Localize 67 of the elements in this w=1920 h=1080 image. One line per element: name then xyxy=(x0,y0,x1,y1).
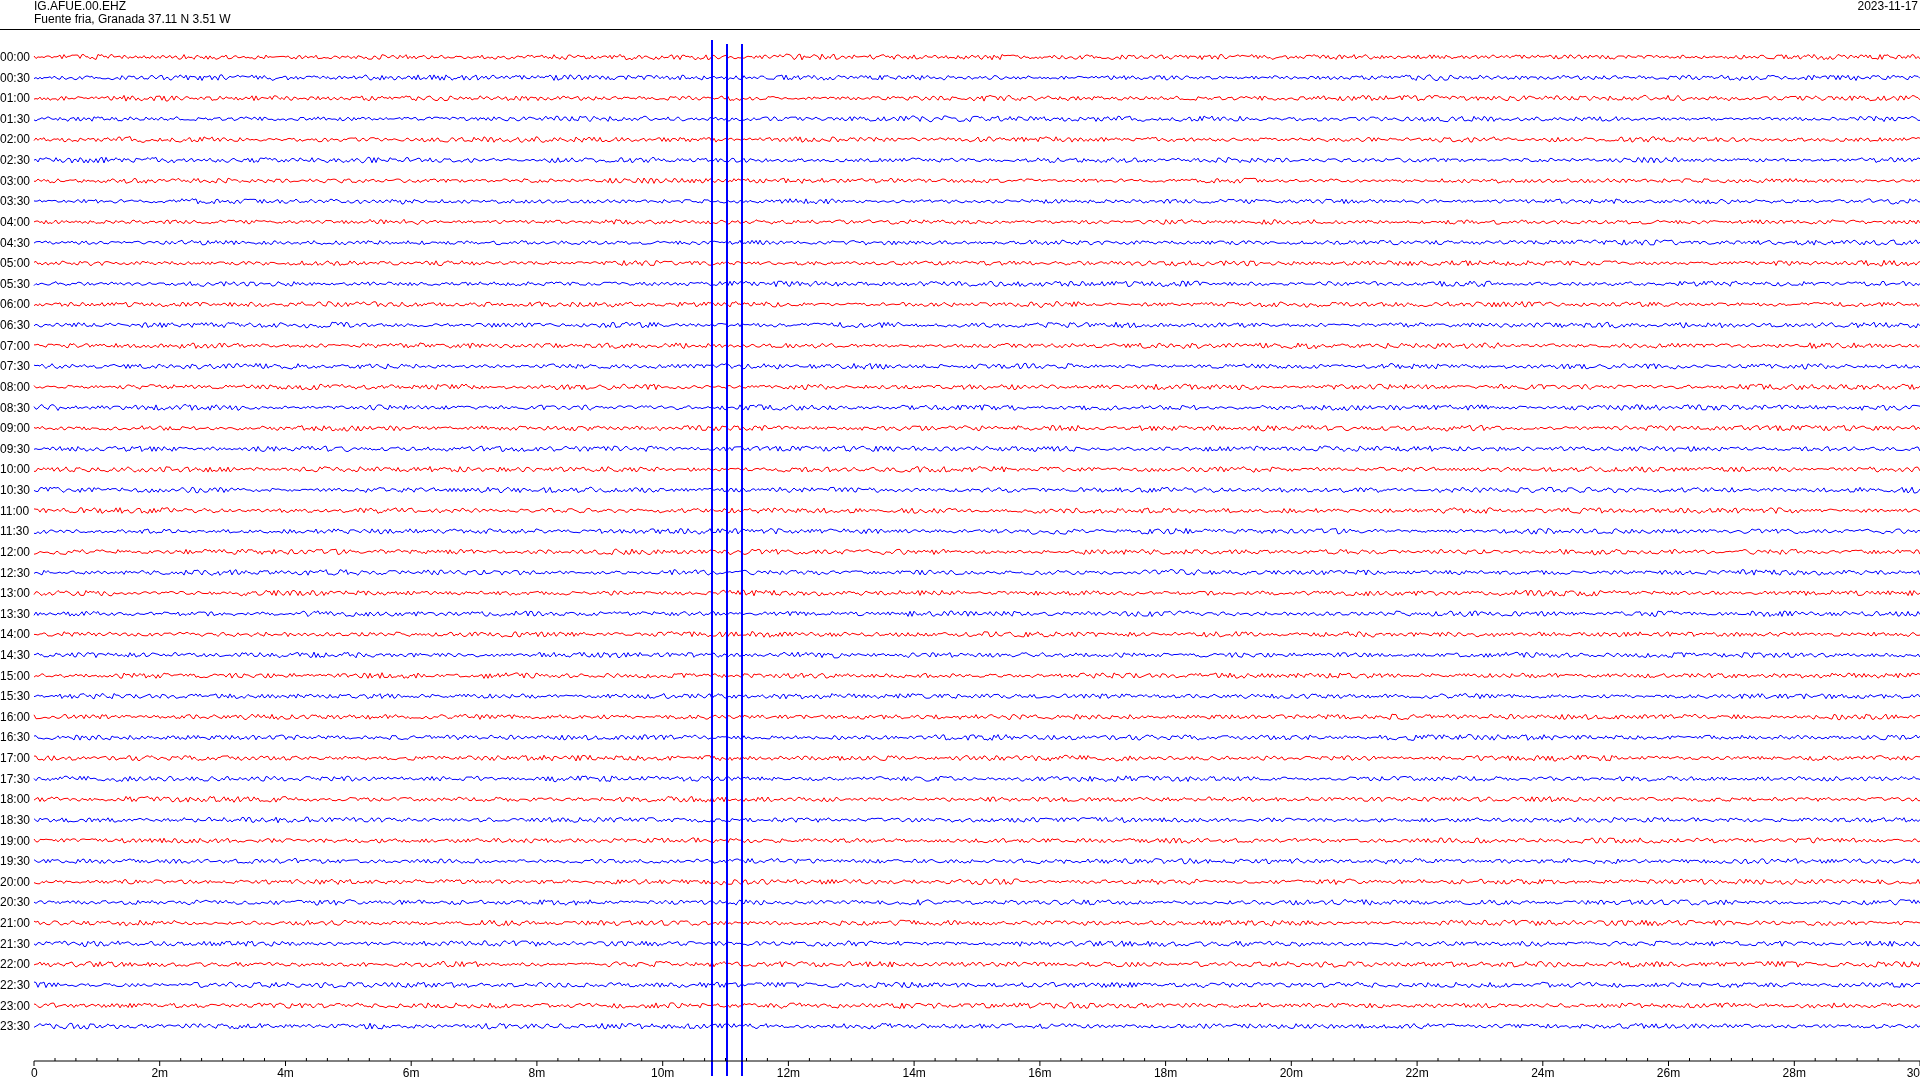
time-label: 16:00 xyxy=(0,709,31,724)
time-label: 03:00 xyxy=(0,173,31,188)
time-label: 06:30 xyxy=(0,318,31,333)
time-label: 06:00 xyxy=(0,297,31,312)
time-label: 13:00 xyxy=(0,586,31,601)
axis-tick-label: 8m xyxy=(528,1066,546,1080)
time-label: 15:00 xyxy=(0,668,31,683)
time-label: 08:00 xyxy=(0,379,31,394)
time-label: 23:30 xyxy=(0,1019,31,1034)
axis-tick-label: 4m xyxy=(277,1066,294,1080)
axis-tick-label: 28m xyxy=(1782,1066,1806,1080)
time-label: 20:30 xyxy=(0,895,31,910)
plot-date: 2023-11-17 xyxy=(1857,0,1918,15)
axis-tick-label: 30 xyxy=(1906,1066,1920,1080)
time-label: 02:00 xyxy=(0,132,31,147)
time-label: 21:00 xyxy=(0,916,31,931)
time-label: 12:30 xyxy=(0,565,31,580)
axis-tick-label: 26m xyxy=(1656,1066,1681,1080)
axis-tick-label: 16m xyxy=(1028,1066,1052,1080)
time-label: 19:30 xyxy=(0,854,31,869)
time-label: 05:30 xyxy=(0,276,31,291)
time-label: 17:00 xyxy=(0,751,31,766)
axis-tick-label: 2m xyxy=(151,1066,169,1080)
time-label: 00:30 xyxy=(0,70,31,85)
time-label: 20:00 xyxy=(0,874,31,889)
time-label: 09:00 xyxy=(0,421,31,436)
axis-tick-label: 12m xyxy=(776,1066,801,1080)
time-label: 14:30 xyxy=(0,648,31,662)
axis-tick-label: 14m xyxy=(902,1066,926,1080)
time-label: 00:00 xyxy=(0,50,31,64)
time-label: 07:00 xyxy=(0,338,31,353)
time-label: 18:00 xyxy=(0,792,31,807)
time-label: 21:30 xyxy=(0,936,31,951)
time-label: 01:30 xyxy=(0,111,31,126)
axis-tick-label: 0 xyxy=(31,1066,38,1080)
time-label: 11:00 xyxy=(0,503,30,518)
axis-tick-label: 22m xyxy=(1405,1066,1429,1080)
time-label: 10:00 xyxy=(0,462,31,477)
time-label: 15:30 xyxy=(0,689,31,704)
time-label: 04:30 xyxy=(0,235,31,250)
time-label: 10:30 xyxy=(0,483,31,497)
time-label: 14:00 xyxy=(0,627,31,642)
axis-tick-label: 24m xyxy=(1531,1066,1555,1080)
time-label: 19:00 xyxy=(0,833,31,848)
axis-tick-label: 20m xyxy=(1279,1066,1303,1080)
time-label: 22:30 xyxy=(0,977,31,992)
time-label: 07:30 xyxy=(0,359,31,374)
time-label: 22:00 xyxy=(0,957,31,972)
time-label: 16:30 xyxy=(0,730,31,745)
time-label: 04:00 xyxy=(0,214,31,229)
axis-tick-label: 10m xyxy=(651,1066,675,1080)
time-label: 23:00 xyxy=(0,998,31,1013)
time-label: 12:00 xyxy=(0,544,31,559)
axis-tick-label: 6m xyxy=(402,1066,420,1080)
time-label: 09:30 xyxy=(0,441,31,456)
time-label: 03:30 xyxy=(0,194,31,209)
time-label: 05:00 xyxy=(0,256,31,271)
time-label: 08:30 xyxy=(0,400,31,415)
time-label: 02:30 xyxy=(0,153,31,168)
station-code: IG.AFUE.00.EHZ xyxy=(34,0,128,13)
time-label: 13:30 xyxy=(0,606,31,621)
time-label: 17:30 xyxy=(0,771,31,786)
time-label: 11:30 xyxy=(0,524,30,539)
time-label: 18:30 xyxy=(0,812,31,827)
axis-tick-label: 18m xyxy=(1153,1066,1178,1080)
station-location: Fuente fria, Granada 37.11 N 3.51 W xyxy=(34,13,231,26)
time-label: 01:00 xyxy=(0,91,31,106)
